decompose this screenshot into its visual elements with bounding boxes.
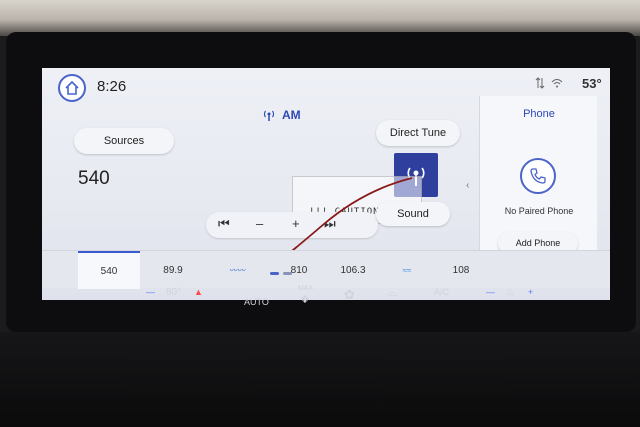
home-button[interactable]	[58, 74, 86, 102]
phone-panel: Phone No Paired Phone Add Phone	[479, 96, 597, 262]
auto-button[interactable]: AUTO	[244, 297, 269, 307]
direct-tune-button[interactable]: Direct Tune	[376, 120, 460, 146]
infotainment-screen: 8:26 53° AM Sources Direct Tune 540 ⏮ – …	[42, 68, 610, 300]
big-sandy-logo: 〰〰	[229, 265, 245, 275]
passenger-temp-down-icon[interactable]: —	[486, 287, 495, 297]
page-dot-1	[270, 272, 279, 275]
cable-wire	[288, 177, 413, 254]
seek-back-icon[interactable]: ⏮	[218, 216, 230, 232]
outside-temperature: 53°	[582, 76, 602, 91]
lower-dashboard	[0, 332, 640, 427]
sources-button[interactable]: Sources	[74, 128, 174, 154]
phone-icon	[530, 168, 546, 184]
fan-icon[interactable]: ✿	[344, 287, 355, 303]
page-dot-2	[283, 272, 292, 275]
wifi-icon	[551, 79, 563, 88]
dashboard-top	[0, 0, 640, 36]
data-transfer-icon	[535, 77, 545, 89]
radio-tower-icon	[263, 110, 275, 121]
panel-collapse-icon[interactable]: ‹	[466, 180, 469, 191]
tune-down-button[interactable]: –	[256, 216, 263, 231]
phone-status-circle	[520, 158, 556, 194]
rear-defrost-icon[interactable]: ⌓	[388, 287, 397, 300]
driver-temp: 80°	[166, 287, 182, 298]
phone-status-text: No Paired Phone	[504, 206, 574, 216]
station-logo: ≈≈	[402, 265, 412, 275]
status-icons	[535, 77, 563, 89]
seat-heat-icon[interactable]: ♨	[506, 287, 515, 298]
max-defrost-label: MAX	[298, 285, 314, 292]
phone-title: Phone	[523, 108, 555, 120]
temp-up-icon[interactable]: ▲	[194, 287, 203, 297]
passenger-temp-up-icon[interactable]: +	[528, 287, 533, 297]
ac-button[interactable]: A/C	[434, 287, 449, 297]
home-icon	[65, 80, 79, 95]
band-indicator: AM	[262, 108, 301, 122]
band-label: AM	[282, 108, 301, 122]
temp-down-icon[interactable]: —	[146, 287, 155, 297]
defrost-icon[interactable]: ❖	[300, 293, 310, 306]
climate-bar: — 80° ▲ AUTO MAX ❖ ✿ ⌓ A/C — ♨ +	[130, 283, 550, 313]
page-indicator	[270, 272, 292, 275]
current-frequency: 540	[78, 168, 110, 189]
clock: 8:26	[97, 78, 127, 95]
